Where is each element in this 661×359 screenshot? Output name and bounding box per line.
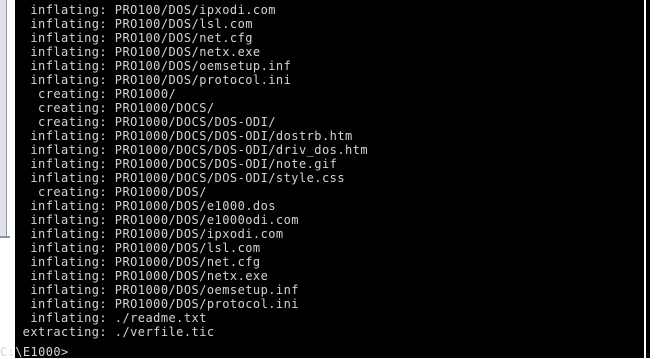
console-line: creating: PRO1000/ xyxy=(15,87,177,101)
console-line: inflating: PRO100/DOS/lsl.com xyxy=(15,17,253,31)
command-prompt[interactable]: C:\E1000> xyxy=(0,346,69,358)
console-line: inflating: PRO1000/DOS/ipxodi.com xyxy=(15,227,284,241)
console-line: creating: PRO1000/DOCS/DOS-ODI/ xyxy=(15,115,276,129)
console-line: inflating: PRO1000/DOCS/DOS-ODI/driv_dos… xyxy=(15,143,369,157)
background-window-edge-inner xyxy=(7,0,10,238)
console-line: inflating: PRO1000/DOS/oemsetup.inf xyxy=(15,283,299,297)
console-line: inflating: PRO1000/DOS/protocol.ini xyxy=(15,297,299,311)
console-line: creating: PRO1000/DOCS/ xyxy=(15,101,215,115)
right-console-border xyxy=(646,0,650,358)
console-line: inflating: PRO100/DOS/ipxodi.com xyxy=(15,3,276,17)
background-window-edge-bottom xyxy=(0,236,10,238)
console-line: creating: PRO1000/DOS/ xyxy=(15,185,207,199)
background-window-edge xyxy=(0,0,7,238)
console-line: inflating: ./readme.txt xyxy=(15,311,207,325)
console-line: inflating: PRO1000/DOS/e1000odi.com xyxy=(15,213,299,227)
console-line: inflating: PRO1000/DOCS/DOS-ODI/note.gif xyxy=(15,157,338,171)
console-line: inflating: PRO100/DOS/protocol.ini xyxy=(15,73,292,87)
console-line: inflating: PRO1000/DOS/netx.exe xyxy=(15,269,269,283)
console-line: inflating: PRO1000/DOCS/DOS-ODI/dostrb.h… xyxy=(15,129,353,143)
console-line: inflating: PRO1000/DOCS/DOS-ODI/style.cs… xyxy=(15,171,346,185)
console-line: inflating: PRO100/DOS/oemsetup.inf xyxy=(15,59,292,73)
console-output: inflating: PRO100/DOS/ipxodi.com inflati… xyxy=(15,3,661,339)
console-window[interactable]: inflating: PRO100/DOS/ipxodi.com inflati… xyxy=(15,0,661,358)
console-line: inflating: PRO1000/DOS/lsl.com xyxy=(15,241,261,255)
console-line: inflating: PRO1000/DOS/e1000.dos xyxy=(15,199,276,213)
console-line: inflating: PRO1000/DOS/net.cfg xyxy=(15,255,261,269)
console-line: inflating: PRO100/DOS/net.cfg xyxy=(15,31,253,45)
console-line: inflating: PRO100/DOS/netx.exe xyxy=(15,45,261,59)
console-line: extracting: ./verfile.tic xyxy=(15,325,215,339)
